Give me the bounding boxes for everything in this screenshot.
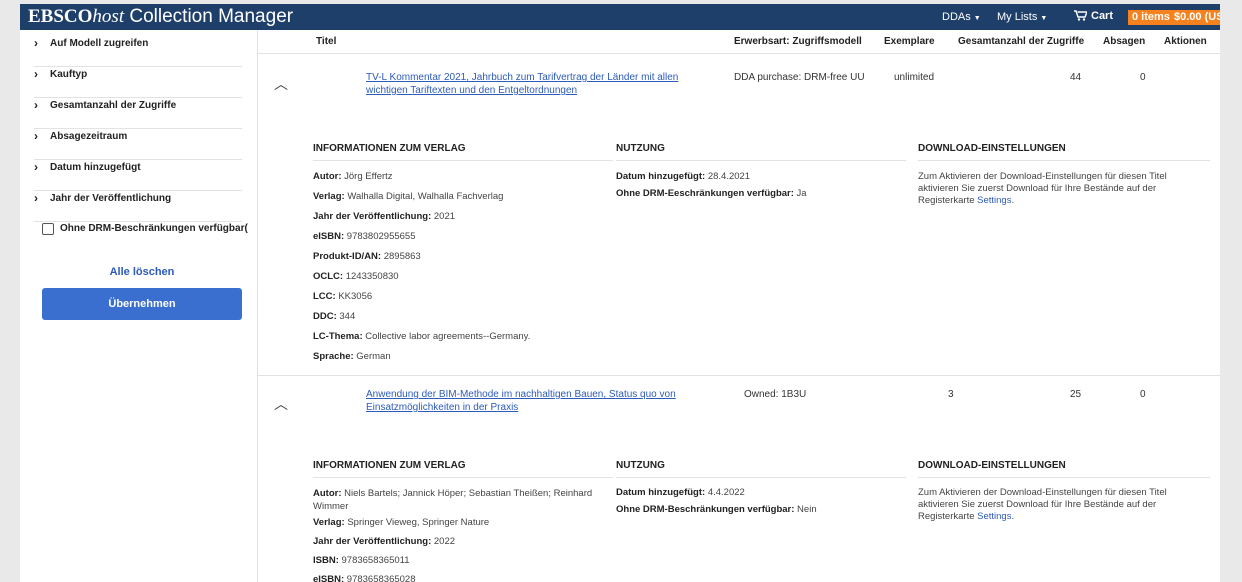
table-row: ︿ Anwendung der BIM-Methode im nachhalti…	[258, 376, 1220, 582]
publisher-info-heading: INFORMATIONEN ZUM VERLAG	[313, 460, 466, 471]
total-access-value: 44	[1070, 72, 1082, 83]
chevron-right-icon: ›	[34, 129, 38, 143]
download-settings-heading: DOWNLOAD-EINSTELLUNGEN	[918, 143, 1066, 154]
divider	[313, 160, 613, 161]
title-link[interactable]: Anwendung der BIM-Methode im nachhaltige…	[366, 388, 706, 414]
divider	[616, 477, 906, 478]
language-field: Sprache: German	[313, 351, 391, 362]
author-field: Autor: Niels Bartels; Jannick Höper; Seb…	[313, 488, 593, 511]
chevron-right-icon: ›	[34, 67, 38, 81]
turnaways-value: 0	[1140, 389, 1146, 400]
chevron-right-icon: ›	[34, 160, 38, 174]
col-title[interactable]: Titel	[316, 36, 336, 47]
caret-down-icon: ▼	[973, 15, 981, 22]
settings-link[interactable]: Settings	[977, 511, 1011, 522]
facet-purchase-type[interactable]: › Kauftyp	[34, 67, 242, 98]
col-actions: Aktionen	[1164, 36, 1207, 47]
chevron-right-icon: ›	[34, 36, 38, 50]
usage-heading: NUTZUNG	[616, 460, 665, 471]
col-copies[interactable]: Exemplare	[884, 36, 935, 47]
facet-turnaway-period[interactable]: › Absagezeitraum	[34, 129, 242, 160]
chevron-right-icon: ›	[34, 191, 38, 205]
my-lists-menu[interactable]: My Lists ▼	[997, 11, 1047, 23]
drm-free-field: Ohne DRM-Eeschränkungen verfügbar: Ja	[616, 188, 807, 199]
isbn-field: ISBN: 9783658365011	[313, 555, 410, 566]
copies-value: unlimited	[894, 72, 935, 83]
oclc-field: OCLC: 1243350830	[313, 271, 399, 282]
publisher-info-heading: INFORMATIONEN ZUM VERLAG	[313, 143, 466, 154]
col-total-access[interactable]: Gesamtanzahl der Zugriffe	[958, 36, 1084, 47]
lcc-field: LCC: KK3056	[313, 291, 373, 302]
author-field: Autor: Jörg Effertz	[313, 171, 393, 182]
eisbn-field: eISBN: 9783802955655	[313, 231, 416, 242]
eisbn-field: eISBN: 9783658365028	[313, 574, 416, 582]
chevron-up-icon[interactable]: ︿	[274, 394, 288, 414]
apply-button[interactable]: Übernehmen	[42, 288, 242, 320]
download-settings-text: Zum Aktivieren der Download-Einstellunge…	[918, 487, 1167, 522]
clear-all-link[interactable]: Alle löschen	[42, 266, 242, 278]
brand-logo[interactable]: EBSCOhost Collection Manager	[28, 6, 293, 28]
download-settings-heading: DOWNLOAD-EINSTELLUNGEN	[918, 460, 1066, 471]
facet-publication-year[interactable]: › Jahr der Veröffentlichung	[34, 191, 242, 222]
divider	[918, 160, 1210, 161]
title-link[interactable]: TV-L Kommentar 2021, Jahrbuch zum Tarifv…	[366, 71, 706, 97]
table-row: ︿ TV-L Kommentar 2021, Jahrbuch zum Tari…	[258, 54, 1220, 374]
facet-total-access[interactable]: › Gesamtanzahl der Zugriffe	[34, 98, 242, 129]
lc-subject-field: LC-Thema: Collective labor agreements--G…	[313, 331, 531, 342]
product-id-field: Produkt-ID/AN: 2895863	[313, 251, 421, 262]
drm-free-checkbox[interactable]	[42, 223, 54, 235]
cart-items-badge[interactable]: 0 items	[1128, 10, 1174, 25]
divider	[313, 477, 613, 478]
usage-heading: NUTZUNG	[616, 143, 665, 154]
turnaways-value: 0	[1140, 72, 1146, 83]
copies-value: 3	[948, 389, 954, 400]
cart-link[interactable]: Cart	[1074, 10, 1113, 24]
caret-down-icon: ▼	[1040, 15, 1048, 22]
access-model-value: Owned: 1B3U	[744, 389, 807, 400]
drm-free-field: Ohne DRM-Beschränkungen verfügbar: Nein	[616, 504, 817, 515]
facet-access-model[interactable]: › Auf Modell zugreifen	[34, 36, 242, 67]
cart-total-badge[interactable]: $0.00 (USD)	[1170, 10, 1220, 25]
table-header: Titel Erwerbsart: Zugriffsmodell Exempla…	[258, 30, 1220, 54]
date-added-field: Datum hinzugefügt: 28.4.2021	[616, 171, 751, 182]
top-bar: EBSCOhost Collection Manager DDAs ▼ My Li…	[20, 4, 1220, 30]
chevron-up-icon[interactable]: ︿	[274, 74, 288, 94]
ddas-menu[interactable]: DDAs ▼	[942, 11, 981, 23]
publisher-field: Verlag: Walhalla Digital, Walhalla Fachv…	[313, 191, 504, 202]
chevron-right-icon: ›	[34, 98, 38, 112]
pub-year-field: Jahr der Veröffentlichung: 2022	[313, 536, 456, 547]
cart-icon	[1074, 10, 1089, 24]
results-table: Titel Erwerbsart: Zugriffsmodell Exempla…	[257, 30, 1220, 582]
col-turnaways[interactable]: Absagen	[1103, 36, 1145, 47]
app-window: EBSCOhost Collection Manager DDAs ▼ My Li…	[20, 4, 1220, 582]
facet-date-added[interactable]: › Datum hinzugefügt	[34, 160, 242, 191]
drm-free-label: Ohne DRM-Beschränkungen verfügbar(7	[60, 223, 248, 234]
access-model-value: DDA purchase: DRM-free UU	[734, 72, 865, 83]
pub-year-field: Jahr der Veröffentlichung: 2021	[313, 211, 456, 222]
filter-sidebar: › Auf Modell zugreifen › Kauftyp › Gesamtan…	[20, 30, 248, 582]
total-access-value: 25	[1070, 389, 1082, 400]
divider	[918, 477, 1210, 478]
date-added-field: Datum hinzugefügt: 4.4.2022	[616, 487, 745, 498]
col-access-model[interactable]: Erwerbsart: Zugriffsmodell	[734, 36, 862, 47]
divider	[616, 160, 906, 161]
settings-link[interactable]: Settings	[977, 195, 1011, 206]
ddc-field: DDC: 344	[313, 311, 356, 322]
download-settings-text: Zum Aktivieren der Download-Einstellunge…	[918, 171, 1167, 206]
publisher-field: Verlag: Springer Vieweg, Springer Nature	[313, 517, 490, 528]
